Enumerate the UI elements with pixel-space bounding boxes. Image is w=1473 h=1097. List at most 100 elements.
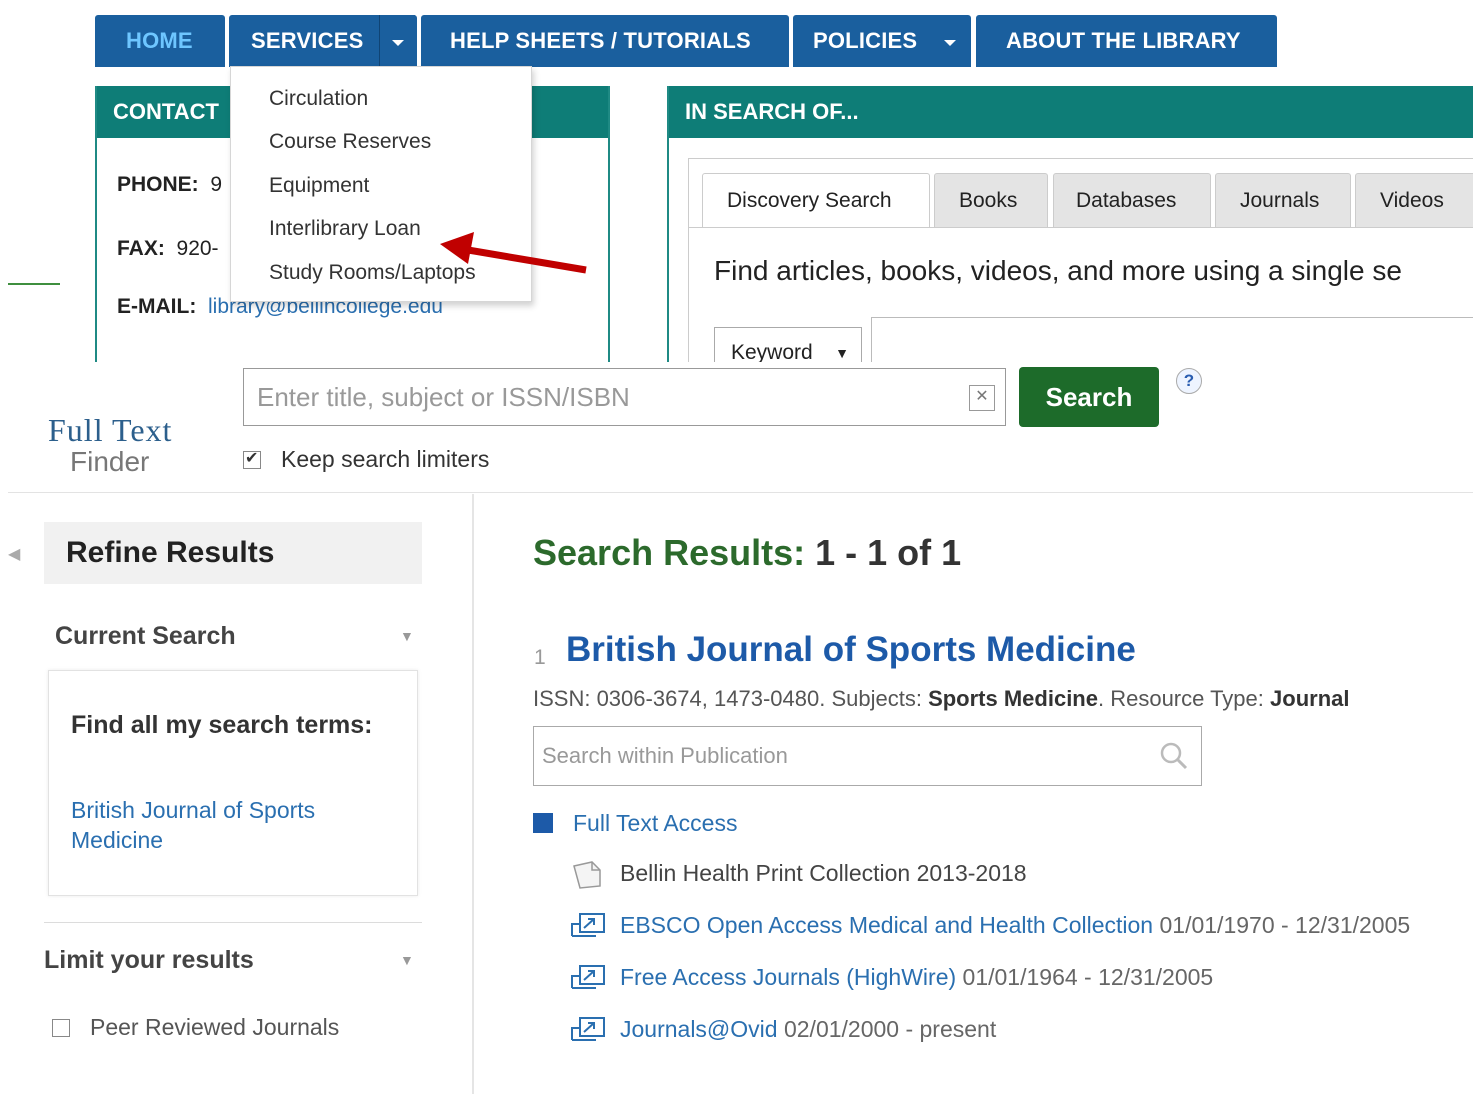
tab-label: Databases	[1076, 189, 1177, 212]
provider-link[interactable]: Free Access Journals (HighWire)	[620, 964, 956, 990]
search-type-value: Keyword	[731, 341, 813, 362]
help-icon[interactable]: ?	[1176, 368, 1202, 394]
fax-label: FAX:	[117, 237, 165, 260]
tab-divider	[689, 227, 1473, 228]
collapse-square-icon[interactable]	[533, 813, 553, 833]
nav-policies-label: POLICIES	[813, 28, 918, 53]
full-text-finder-logo: Full Text Finder	[40, 362, 200, 482]
print-icon	[573, 861, 601, 889]
services-dropdown-toggle[interactable]	[379, 15, 415, 67]
nav-about[interactable]: ABOUT THE LIBRARY	[976, 15, 1277, 67]
search-widget: Discovery Search Books Databases Journal…	[688, 158, 1473, 362]
clear-icon[interactable]: ✕	[969, 385, 995, 411]
chevron-down-icon	[944, 40, 956, 46]
refine-results-heading: Refine Results	[44, 522, 422, 584]
provider-row: Free Access Journals (HighWire) 01/01/19…	[570, 964, 1213, 994]
chevron-down-icon[interactable]: ▼	[400, 628, 414, 644]
search-within-box	[533, 726, 1202, 786]
tab-label: Videos	[1380, 189, 1444, 212]
full-text-access-row[interactable]: Full Text Access	[533, 810, 737, 837]
tab-label: Books	[959, 189, 1018, 212]
nav-home-label: HOME	[126, 28, 193, 53]
nav-home[interactable]: HOME	[95, 15, 225, 67]
library-website-panel: HOME SERVICES HELP SHEETS / TUTORIALS PO…	[0, 0, 1473, 362]
nav-services-label: SERVICES	[251, 28, 364, 53]
globe-logo-icon	[103, 362, 125, 364]
phone-label: PHONE:	[117, 173, 199, 196]
tab-journals[interactable]: Journals	[1215, 173, 1351, 227]
online-icon	[571, 965, 605, 989]
phone-value: 9	[210, 173, 223, 196]
result-journal-title[interactable]: British Journal of Sports Medicine	[566, 630, 1136, 670]
search-results-title: Search Results: 1 - 1 of 1	[533, 532, 961, 574]
logo-text-line2: Finder	[70, 446, 150, 477]
provider-dates: 01/01/1964 - 12/31/2005	[962, 964, 1214, 991]
result-subject[interactable]: Sports Medicine	[928, 686, 1098, 711]
nav-policies[interactable]: POLICIES	[793, 15, 971, 67]
tab-databases[interactable]: Databases	[1053, 173, 1211, 227]
tab-videos[interactable]: Videos	[1355, 173, 1473, 227]
search-icon[interactable]	[1159, 741, 1189, 771]
provider-link[interactable]: EBSCO Open Access Medical and Health Col…	[620, 912, 1153, 938]
result-type: Journal	[1270, 686, 1350, 711]
peer-reviewed-option: Peer Reviewed Journals	[52, 1014, 339, 1041]
keep-limiters-checkbox[interactable]	[243, 448, 261, 469]
current-search-term[interactable]: British Journal of Sports Medicine	[71, 795, 391, 855]
provider-row: EBSCO Open Access Medical and Health Col…	[570, 912, 1410, 942]
keep-limiters-row: Keep search limiters	[243, 446, 489, 473]
full-text-access-label: Full Text Access	[573, 810, 738, 836]
nav-help-label: HELP SHEETS / TUTORIALS	[450, 28, 751, 53]
nav-help-sheets[interactable]: HELP SHEETS / TUTORIALS	[421, 15, 789, 67]
full-text-finder-panel: Full Text Finder ✕ Search ? Keep search …	[0, 362, 1473, 1097]
provider-row: Journals@Ovid 02/01/2000 - present	[570, 1016, 996, 1046]
chevron-down-icon[interactable]: ▼	[400, 952, 414, 968]
tab-label: Journals	[1240, 189, 1320, 212]
tab-label: Discovery Search	[727, 189, 892, 212]
search-panel-title: IN SEARCH OF...	[669, 86, 1473, 138]
discovery-search-input[interactable]	[871, 317, 1473, 362]
tab-discovery-search[interactable]: Discovery Search	[702, 173, 930, 227]
menu-item-circulation[interactable]: Circulation	[269, 87, 368, 111]
horizontal-divider	[8, 492, 1473, 493]
menu-item-interlibrary-loan[interactable]: Interlibrary Loan	[269, 217, 421, 241]
provider-dates: 02/01/2000 - present	[783, 1016, 997, 1043]
result-type-label: . Resource Type:	[1097, 686, 1264, 711]
search-button[interactable]: Search	[1019, 367, 1159, 427]
online-icon	[571, 913, 605, 937]
online-icon	[571, 1017, 605, 1041]
tab-books[interactable]: Books	[934, 173, 1048, 227]
provider-dates: 01/01/1970 - 12/31/2005	[1159, 912, 1411, 939]
menu-item-course-reserves[interactable]: Course Reserves	[269, 130, 431, 154]
nav-services[interactable]: SERVICES	[229, 15, 417, 67]
result-metadata: ISSN: 0306-3674, 1473-0480. Subjects: Sp…	[533, 686, 1349, 712]
dropdown-arrow-icon: ▼	[835, 345, 849, 361]
fax-value: 920-	[176, 237, 219, 260]
logo-text-line1: Full Text	[48, 412, 173, 448]
decorative-line	[8, 283, 60, 285]
current-search-box: Find all my search terms: British Journa…	[48, 670, 418, 896]
red-arrow-annotation	[440, 232, 587, 274]
provider-row: Bellin Health Print Collection 2013-2018	[570, 860, 1027, 890]
current-search-heading[interactable]: Current Search	[55, 622, 236, 651]
fax-row: FAX: 920-	[117, 237, 219, 261]
ftf-search-input[interactable]	[244, 369, 944, 425]
menu-item-equipment[interactable]: Equipment	[269, 174, 369, 198]
nav-about-label: ABOUT THE LIBRARY	[1006, 28, 1241, 53]
keep-limiters-label: Keep search limiters	[281, 446, 490, 472]
peer-reviewed-label: Peer Reviewed Journals	[90, 1014, 340, 1040]
search-type-select[interactable]: Keyword ▼	[714, 327, 862, 362]
chevron-down-icon	[392, 40, 404, 46]
collapse-chevron-icon[interactable]: ◀	[8, 544, 20, 564]
search-description: Find articles, books, videos, and more u…	[714, 255, 1402, 286]
result-number: 1	[534, 646, 546, 669]
find-all-terms-label: Find all my search terms:	[71, 711, 373, 739]
limit-results-heading[interactable]: Limit your results	[44, 946, 254, 975]
search-within-input[interactable]	[534, 727, 1134, 785]
peer-reviewed-checkbox[interactable]	[52, 1019, 70, 1037]
results-range: 1 - 1 of 1	[815, 532, 962, 573]
phone-row: PHONE: 9	[117, 173, 222, 197]
provider-link[interactable]: Journals@Ovid	[620, 1016, 778, 1042]
provider-name: Bellin Health Print Collection 2013-2018	[620, 860, 1027, 887]
column-divider	[472, 494, 474, 1094]
ftf-search-box: ✕	[243, 368, 1006, 426]
